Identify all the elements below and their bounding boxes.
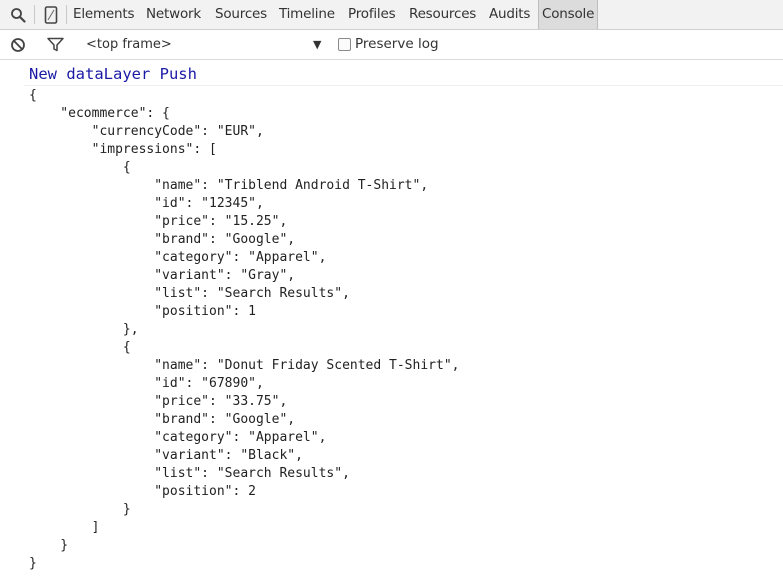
clear-console-icon[interactable] (6, 30, 30, 59)
console-code-line: "price": "33.75", (29, 394, 288, 409)
console-code-line: { (29, 88, 37, 103)
toolbar-divider (66, 5, 67, 24)
devtools-tabbar: Elements Network Sources Timeline Profil… (0, 0, 783, 30)
console-code-line: "position": 2 (29, 484, 256, 499)
dropdown-arrow-icon[interactable]: ▼ (313, 30, 321, 59)
console-code-line: "name": "Donut Friday Scented T-Shirt", (29, 358, 460, 373)
toolbar-divider (34, 5, 35, 24)
console-code-line: "id": "67890", (29, 376, 264, 391)
filter-icon[interactable] (43, 30, 67, 59)
frame-select[interactable]: <top frame> (86, 30, 172, 59)
tab-network[interactable]: Network (146, 0, 201, 29)
console-toolbar: <top frame> ▼ Preserve log (0, 30, 783, 60)
tab-timeline[interactable]: Timeline (279, 0, 335, 29)
console-code-line: } (29, 556, 37, 571)
console-code-line: "brand": "Google", (29, 232, 296, 247)
console-code-line: ] (29, 520, 100, 535)
console-code-line: "name": "Triblend Android T-Shirt", (29, 178, 429, 193)
console-code-line: "id": "12345", (29, 196, 264, 211)
tab-elements[interactable]: Elements (73, 0, 135, 29)
preserve-log-checkbox[interactable] (338, 38, 351, 51)
tab-resources[interactable]: Resources (409, 0, 476, 29)
tab-console[interactable]: Console (538, 0, 599, 29)
console-code-line: { (29, 340, 131, 355)
console-code-line: "currencyCode": "EUR", (29, 124, 264, 139)
console-code-line: "list": "Search Results", (29, 466, 350, 481)
console-code-line: "brand": "Google", (29, 412, 296, 427)
tab-sources[interactable]: Sources (215, 0, 267, 29)
console-code-line: "variant": "Black", (29, 448, 303, 463)
console-code-line: { (29, 160, 131, 175)
mobile-device-icon[interactable] (39, 0, 63, 29)
search-icon[interactable] (6, 0, 30, 29)
console-code-line: }, (29, 322, 139, 337)
console-code-line: "ecommerce": { (29, 106, 170, 121)
console-output: New dataLayer Push { "ecommerce": { "cur… (0, 61, 783, 576)
console-code-line: } (29, 502, 131, 517)
console-code-line: "category": "Apparel", (29, 250, 327, 265)
console-log-title: New dataLayer Push (29, 65, 197, 83)
console-divider (24, 85, 783, 86)
console-code-line: "list": "Search Results", (29, 286, 350, 301)
console-code-line: "variant": "Gray", (29, 268, 296, 283)
tab-audits[interactable]: Audits (489, 0, 530, 29)
console-code-line: } (29, 538, 69, 553)
console-code-line: "position": 1 (29, 304, 256, 319)
console-code-line: "category": "Apparel", (29, 430, 327, 445)
tab-profiles[interactable]: Profiles (348, 0, 396, 29)
console-code-line: "price": "15.25", (29, 214, 288, 229)
preserve-log-label[interactable]: Preserve log (355, 30, 439, 59)
console-code-line: "impressions": [ (29, 142, 217, 157)
